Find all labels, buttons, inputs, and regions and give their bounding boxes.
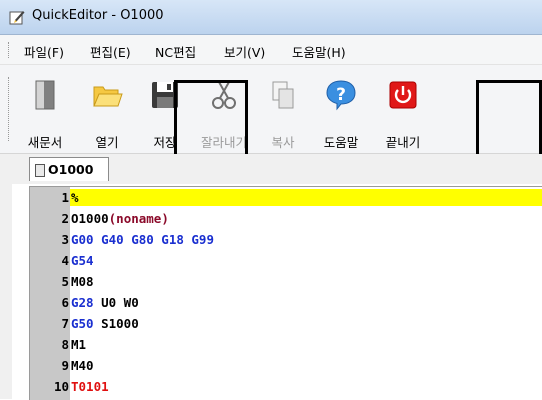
code-token: (noname) xyxy=(108,211,169,226)
code-token: G54 xyxy=(71,253,94,268)
menu-grip[interactable] xyxy=(8,42,11,58)
code-token: G00 G40 G80 G18 G99 xyxy=(71,232,214,247)
cut-label: 잘라내기 xyxy=(200,135,247,150)
code-text[interactable]: G00 G40 G80 G18 G99 xyxy=(71,231,214,248)
help-icon: ? xyxy=(325,79,357,111)
line-number: 6 xyxy=(61,295,69,310)
line-number: 9 xyxy=(61,358,69,373)
new-document-button[interactable]: 새문서 xyxy=(17,65,73,153)
code-text[interactable]: M40 xyxy=(71,357,94,374)
help-button[interactable]: ? 도움말 xyxy=(313,65,369,153)
code-text[interactable]: T0101 xyxy=(71,378,109,395)
code-token: M1 xyxy=(71,337,87,352)
new-document-label: 새문서 xyxy=(27,135,63,150)
power-icon xyxy=(387,79,419,111)
copy-icon xyxy=(267,79,299,111)
line-number: 10 xyxy=(53,379,69,394)
code-line[interactable]: 3 G00 G40 G80 G18 G99 xyxy=(30,231,542,248)
menu-nc-edit[interactable]: NC편집 xyxy=(155,42,196,61)
code-token: O1000 xyxy=(71,211,109,226)
code-token: U0 W0 xyxy=(93,295,139,310)
menu-view[interactable]: 보기(V) xyxy=(224,42,265,61)
line-number: 4 xyxy=(61,253,69,268)
code-token: T0101 xyxy=(71,379,109,394)
menu-file[interactable]: 파일(F) xyxy=(24,42,64,61)
save-icon xyxy=(149,79,181,111)
code-line[interactable]: 7 G50 S1000 xyxy=(30,315,542,332)
menu-bar: 파일(F) 편집(E) NC편집 보기(V) 도움말(H) xyxy=(0,35,542,65)
code-token: M08 xyxy=(71,274,94,289)
code-token: S1000 xyxy=(93,316,139,331)
tab-o1000[interactable]: O1000 xyxy=(29,157,109,181)
open-button[interactable]: 열기 xyxy=(79,65,135,153)
code-text[interactable]: G50 S1000 xyxy=(71,315,139,332)
code-text[interactable]: M08 xyxy=(71,273,94,290)
exit-label: 끝내기 xyxy=(385,135,421,150)
code-line[interactable]: 8 M1 xyxy=(30,336,542,353)
line-number: 7 xyxy=(61,316,69,331)
code-token: % xyxy=(71,190,79,205)
save-button[interactable]: 저장 xyxy=(137,65,193,153)
line-number: 5 xyxy=(61,274,69,289)
line-number: 3 xyxy=(61,232,69,247)
left-frame-strip xyxy=(0,154,12,399)
cut-button[interactable]: 잘라내기 xyxy=(196,65,252,153)
menu-help[interactable]: 도움말(H) xyxy=(292,42,346,61)
code-text[interactable]: G54 xyxy=(71,252,94,269)
title-bar: QuickEditor - O1000 xyxy=(0,0,542,35)
code-token: M40 xyxy=(71,358,94,373)
svg-text:?: ? xyxy=(336,85,346,105)
document-tab-strip: O1000 xyxy=(0,154,542,184)
copy-button[interactable]: 복사 xyxy=(255,65,311,153)
code-line[interactable]: 4 G54 xyxy=(30,252,542,269)
copy-label: 복사 xyxy=(271,135,295,150)
open-label: 열기 xyxy=(95,135,119,150)
code-line[interactable]: 2 O1000(noname) xyxy=(30,210,542,227)
code-editor[interactable]: 1% 2 O1000(noname) 3 G00 G40 G80 G18 G99 4 G54… xyxy=(29,186,542,400)
line-number: 8 xyxy=(61,337,69,352)
code-text[interactable]: G28 U0 W0 xyxy=(71,294,139,311)
line-number: 2 xyxy=(61,211,69,226)
code-text[interactable]: M1 xyxy=(71,336,86,353)
document-icon xyxy=(35,164,45,177)
scissors-icon xyxy=(208,79,240,111)
code-text[interactable]: % xyxy=(71,189,79,206)
open-folder-icon xyxy=(91,79,123,111)
line-number: 1 xyxy=(61,190,69,205)
menu-edit[interactable]: 편집(E) xyxy=(90,42,131,61)
save-label: 저장 xyxy=(153,135,177,150)
new-document-icon xyxy=(29,79,61,111)
code-line[interactable]: 5 M08 xyxy=(30,273,542,290)
code-token: G50 xyxy=(71,316,94,331)
code-text[interactable]: O1000(noname) xyxy=(71,210,169,227)
help-label: 도움말 xyxy=(323,135,359,150)
code-line[interactable]: 6 G28 U0 W0 xyxy=(30,294,542,311)
tab-label: O1000 xyxy=(48,162,94,177)
toolbar-grip[interactable] xyxy=(8,77,11,141)
code-line[interactable]: 1% xyxy=(30,189,542,206)
exit-button[interactable]: 끝내기 xyxy=(375,65,431,153)
window-title: QuickEditor - O1000 xyxy=(32,8,164,23)
code-line[interactable]: 9 M40 xyxy=(30,357,542,374)
toolbar: 새문서 열기 저장 잘라내기 복사 ? 도움말 끝내기 xyxy=(0,65,542,154)
code-token: G28 xyxy=(71,295,94,310)
quickeditor-app-icon xyxy=(9,9,25,25)
code-line[interactable]: 10 T0101 xyxy=(30,378,542,395)
